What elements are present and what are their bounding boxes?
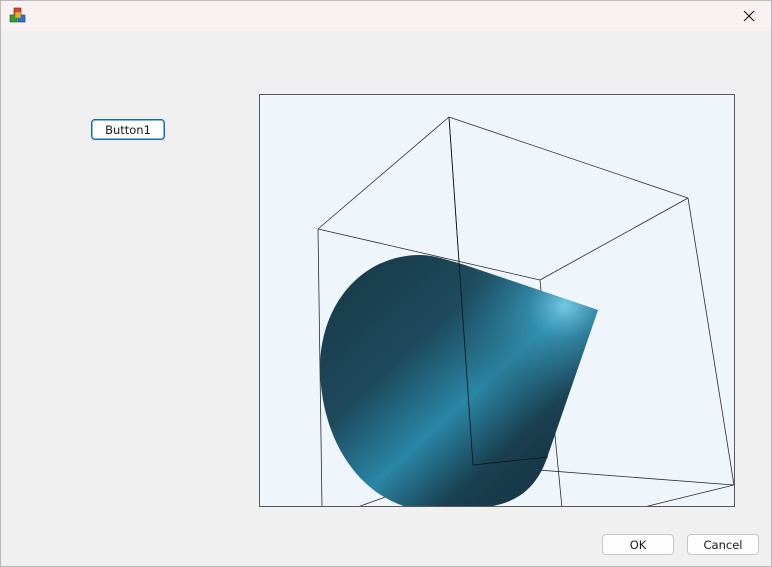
3d-scene <box>317 116 734 506</box>
3d-viewport[interactable] <box>259 94 735 507</box>
button1[interactable]: Button1 <box>91 119 165 140</box>
cone-shape <box>320 255 598 506</box>
close-button[interactable] <box>727 1 771 31</box>
cancel-button[interactable]: Cancel <box>687 534 759 555</box>
app-cubes-icon <box>9 7 26 23</box>
ok-button[interactable]: OK <box>602 534 674 555</box>
dialog-window: Button1 OK Cancel <box>0 0 772 567</box>
close-icon <box>743 10 755 22</box>
title-bar[interactable] <box>1 1 771 31</box>
